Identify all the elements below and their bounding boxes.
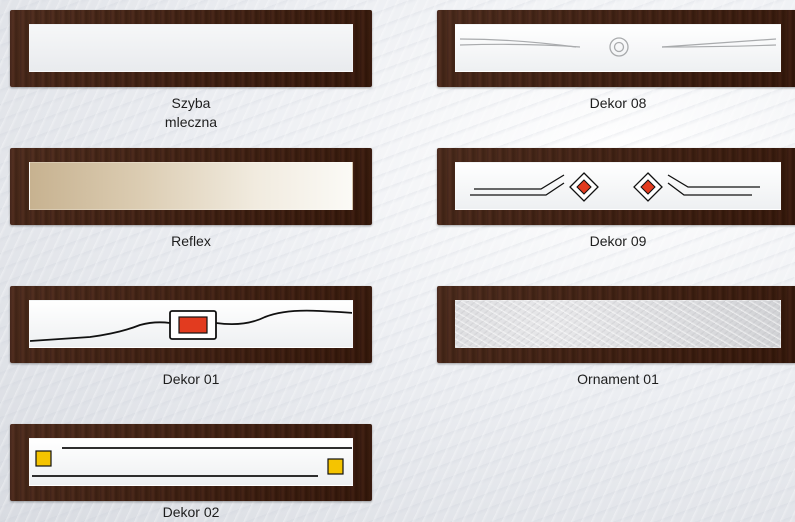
decor-glass-panel xyxy=(455,162,781,210)
yellow-square-right xyxy=(327,458,344,475)
decor-01-pattern xyxy=(30,309,352,342)
milky-glass-panel xyxy=(29,24,353,72)
caption-reflex: Reflex xyxy=(171,233,211,249)
red-rectangle xyxy=(178,316,208,334)
ornament-glass-panel xyxy=(455,300,781,348)
caption-dekor-02: Dekor 02 xyxy=(162,504,220,520)
line-left-1 xyxy=(474,174,565,190)
line-right-2 xyxy=(667,182,752,196)
decor-glass-panel xyxy=(29,300,353,348)
caption-dekor-08: Dekor 08 xyxy=(589,95,647,111)
decor-02-pattern xyxy=(32,447,352,477)
caption-szyba-mleczna: Szyba mleczna xyxy=(66,94,316,132)
line-right-1 xyxy=(667,174,760,188)
reflex-glass-panel xyxy=(29,162,353,210)
outer-circle xyxy=(609,37,629,57)
inner-circle xyxy=(613,41,625,53)
caption-dekor-09: Dekor 09 xyxy=(589,233,647,249)
glass-catalog-page: { "items": [ {"label": "Szyba\nmleczna",… xyxy=(0,0,795,522)
decor-glass-panel xyxy=(455,24,781,72)
caption-dekor-01: Dekor 01 xyxy=(162,371,220,387)
caption-line-1: Szyba xyxy=(171,95,211,111)
decor-09-pattern xyxy=(470,172,760,202)
caption-line-2: mleczna xyxy=(164,114,218,130)
decor-08-pattern xyxy=(459,37,777,57)
decor-glass-panel xyxy=(29,438,353,486)
caption-ornament-01: Ornament 01 xyxy=(577,371,659,387)
yellow-square-left xyxy=(35,450,52,467)
wavy-line-right xyxy=(215,309,352,326)
wavy-line-left xyxy=(30,321,171,342)
